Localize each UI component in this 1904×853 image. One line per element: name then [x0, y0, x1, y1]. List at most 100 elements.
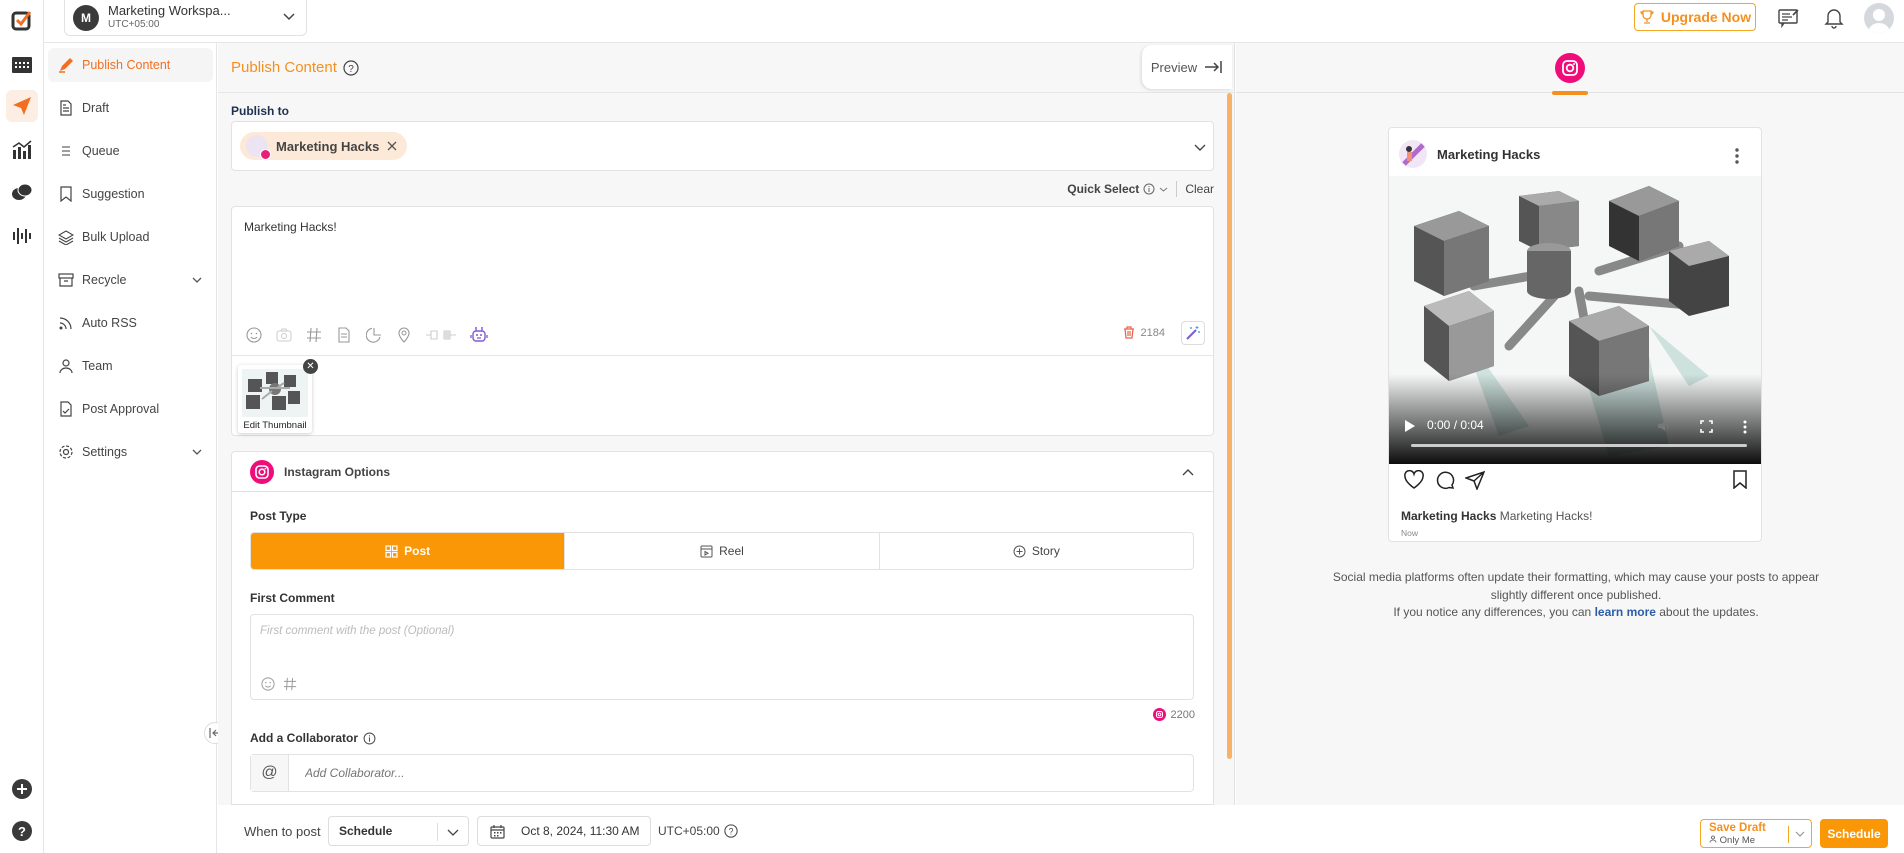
date-picker[interactable]: Oct 8, 2024, 11:30 AM — [477, 816, 651, 846]
edit-thumbnail-label[interactable]: Edit Thumbnail — [238, 420, 312, 431]
video-progress-bar[interactable] — [1411, 444, 1747, 447]
editor-divider — [232, 355, 1213, 356]
document-icon[interactable] — [336, 327, 352, 343]
video-player[interactable]: 0:00 / 0:04 — [1389, 176, 1761, 464]
chevron-down-icon[interactable] — [1159, 185, 1168, 194]
heart-icon[interactable] — [1403, 470, 1425, 490]
post-type-reel[interactable]: Reel — [565, 533, 880, 569]
sidebar-item-bulk-upload[interactable]: Bulk Upload — [48, 220, 213, 254]
sidebar-item-recycle[interactable]: Recycle — [48, 263, 213, 297]
sidebar-item-settings[interactable]: Settings — [48, 435, 213, 469]
post-type-post[interactable]: Post — [251, 533, 566, 569]
help-circle-icon[interactable]: ? — [724, 824, 738, 838]
post-type-story[interactable]: Story — [880, 533, 1193, 569]
fullscreen-icon[interactable] — [1700, 420, 1713, 433]
clear-button[interactable]: Clear — [1185, 182, 1214, 196]
analytics-icon[interactable] — [6, 134, 38, 166]
play-icon[interactable] — [1405, 420, 1415, 432]
post-header: Marketing Hacks — [1399, 140, 1540, 168]
gear-icon — [59, 445, 73, 459]
add-icon[interactable] — [6, 773, 38, 805]
bell-icon[interactable] — [1824, 7, 1844, 29]
emoji-icon[interactable] — [261, 677, 275, 691]
sidebar-item-label: Auto RSS — [82, 316, 137, 330]
workspace-switcher[interactable]: M Marketing Workspa... UTC+05:00 — [64, 0, 307, 36]
remove-media-button[interactable]: ✕ — [303, 359, 318, 374]
first-comment-placeholder: First comment with the post (Optional) — [260, 625, 455, 637]
save-bookmark-icon[interactable] — [1733, 470, 1747, 489]
feedback-icon[interactable] — [1778, 8, 1800, 28]
reel-icon — [700, 545, 713, 557]
sidebar-item-team[interactable]: Team — [48, 349, 213, 383]
post-type-selector: Post Reel Story — [250, 532, 1194, 570]
camera-icon[interactable] — [276, 327, 292, 343]
first-comment-field[interactable]: First comment with the post (Optional) — [250, 614, 1194, 700]
grid-icon — [385, 544, 398, 558]
save-draft-button[interactable]: Save Draft Only Me — [1700, 819, 1812, 848]
chevron-down-icon[interactable] — [191, 446, 203, 458]
chevron-down-icon — [447, 829, 459, 836]
account-avatar — [246, 135, 271, 160]
chevron-down-icon[interactable] — [1193, 140, 1207, 154]
preview-tab-instagram[interactable] — [1552, 53, 1588, 95]
comment-icon[interactable] — [1435, 470, 1455, 490]
learn-more-link[interactable]: learn more — [1595, 605, 1656, 619]
listening-icon[interactable] — [6, 220, 38, 252]
sidebar-item-draft[interactable]: Draft — [48, 91, 213, 125]
publish-to-label: Publish to — [231, 104, 289, 118]
publish-icon[interactable] — [6, 90, 38, 122]
sidebar-item-queue[interactable]: Queue — [48, 134, 213, 168]
sidebar-item-label: Team — [82, 359, 113, 373]
post-text-input[interactable]: Marketing Hacks! — [244, 220, 337, 234]
hashtag-icon[interactable] — [306, 327, 322, 343]
media-thumbnail[interactable]: Edit Thumbnail ✕ — [238, 359, 318, 433]
scrollbar[interactable] — [1227, 93, 1232, 759]
more-vertical-icon[interactable] — [1743, 420, 1747, 434]
calendar-icon[interactable] — [6, 48, 38, 80]
plug-icon[interactable] — [426, 328, 456, 342]
close-icon[interactable] — [387, 141, 397, 151]
char-counter: 2184 — [1123, 326, 1165, 339]
inbox-icon[interactable] — [6, 177, 38, 209]
upgrade-now-button[interactable]: Upgrade Now — [1634, 3, 1756, 31]
account-chip[interactable]: Marketing Hacks — [240, 132, 408, 160]
sidebar-item-publish-content[interactable]: Publish Content — [48, 48, 213, 82]
pie-chart-icon[interactable] — [366, 327, 382, 343]
help-icon[interactable]: ? — [6, 815, 38, 847]
instagram-options-header[interactable]: Instagram Options — [232, 452, 1213, 492]
chevron-down-icon[interactable] — [1794, 828, 1806, 840]
info-icon[interactable] — [363, 732, 376, 745]
location-icon[interactable] — [396, 327, 412, 343]
collaborator-label: Add a Collaborator — [250, 731, 359, 745]
chevron-down-icon[interactable] — [191, 274, 203, 286]
post-timing-select[interactable]: Schedule — [328, 816, 469, 846]
sidebar-item-suggestion[interactable]: Suggestion — [48, 177, 213, 211]
account-avatar — [1399, 140, 1427, 168]
help-circle-icon[interactable]: ? — [343, 59, 359, 76]
collaborator-input[interactable] — [289, 755, 1193, 791]
caption-text: Marketing Hacks! — [1499, 509, 1593, 523]
volume-icon[interactable] — [1657, 419, 1671, 433]
sidebar-item-post-approval[interactable]: Post Approval — [48, 392, 213, 426]
workspace-avatar: M — [73, 4, 99, 31]
save-draft-label: Save Draft — [1709, 822, 1766, 834]
chevron-up-icon[interactable] — [1181, 466, 1195, 480]
account-selector[interactable]: Marketing Hacks — [231, 121, 1214, 171]
more-vertical-icon[interactable] — [1735, 148, 1739, 164]
composer-header: Publish Content ? Preview — [218, 43, 1234, 93]
ai-magic-button[interactable] — [1181, 321, 1205, 345]
sidebar-item-auto-rss[interactable]: Auto RSS — [48, 306, 213, 340]
hashtag-icon[interactable] — [283, 677, 297, 691]
user-icon — [1709, 835, 1717, 843]
user-avatar[interactable] — [1864, 3, 1894, 33]
sidebar-item-label: Settings — [82, 445, 128, 459]
logo-icon[interactable] — [6, 4, 38, 36]
emoji-icon[interactable] — [246, 327, 262, 343]
preview-toggle-button[interactable]: Preview — [1142, 45, 1232, 89]
quick-select-button[interactable]: Quick Select — [1067, 182, 1139, 196]
share-icon[interactable] — [1465, 470, 1485, 490]
layers-icon — [58, 230, 74, 245]
trash-icon[interactable] — [1123, 326, 1135, 339]
ai-bot-icon[interactable] — [470, 326, 488, 344]
schedule-button[interactable]: Schedule — [1820, 819, 1888, 848]
